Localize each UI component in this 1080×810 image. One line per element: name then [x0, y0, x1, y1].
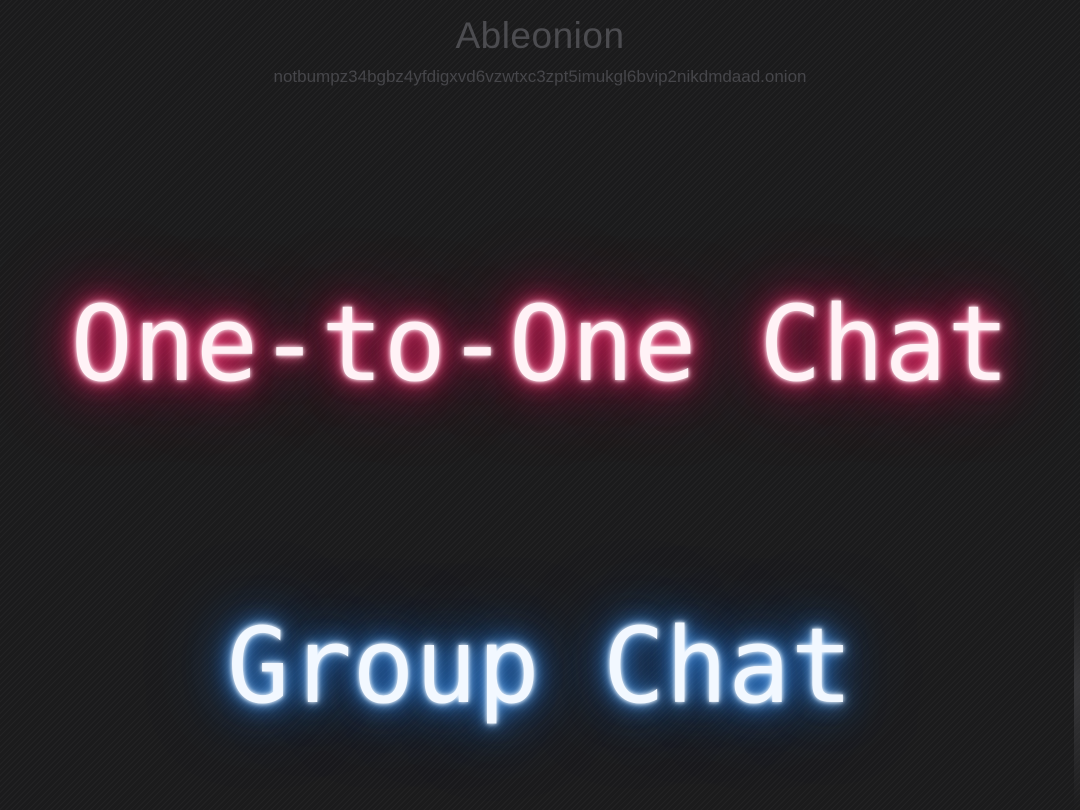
scroll-edge: [1074, 560, 1080, 810]
one-to-one-chat-button[interactable]: One-to-One Chat: [0, 284, 1080, 404]
group-chat-button[interactable]: Group Chat: [0, 606, 1080, 726]
onion-address: notbumpz34bgbz4yfdigxvd6vzwtxc3zpt5imukg…: [273, 67, 807, 86]
site-header: Ableonion notbumpz34bgbz4yfdigxvd6vzwtxc…: [0, 14, 1080, 88]
site-title: Ableonion: [455, 15, 625, 56]
